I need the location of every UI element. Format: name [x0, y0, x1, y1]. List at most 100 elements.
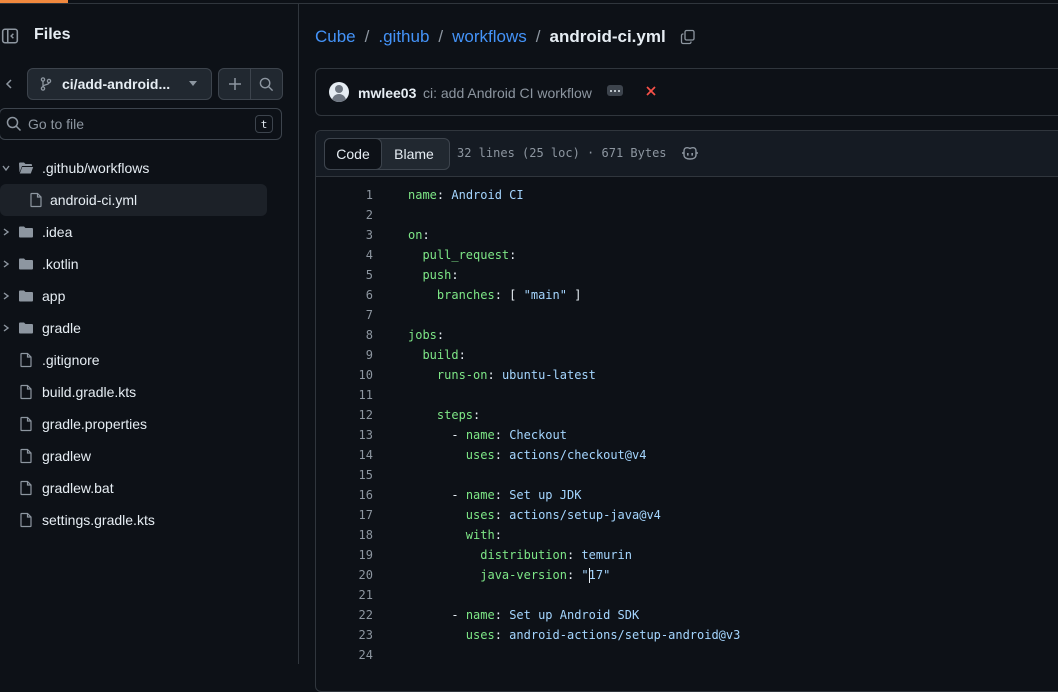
line-number[interactable]: 11 [316, 385, 373, 405]
line-number[interactable]: 18 [316, 525, 373, 545]
commit-author[interactable]: mwlee03 [358, 85, 416, 101]
file-icon [18, 352, 34, 368]
tree-item-label: gradle [42, 320, 81, 336]
tree-file-item[interactable]: android-ci.yml [0, 184, 267, 216]
latest-commit-bar: mwlee03 ci: add Android CI workflow [315, 68, 1058, 116]
code-line: 13 - name: Checkout [316, 425, 1058, 445]
go-to-file-input[interactable]: Go to file t [0, 108, 282, 140]
folder-icon [18, 320, 34, 336]
sidebar-title: Files [34, 26, 71, 43]
tree-folder-item[interactable]: .kotlin [0, 248, 298, 280]
code-line: 5 push: [316, 265, 1058, 285]
tab-code[interactable]: Code [324, 138, 382, 170]
line-content: with: [465, 528, 502, 542]
branch-selector[interactable]: ci/add-android... [27, 68, 212, 100]
line-number[interactable]: 22 [316, 605, 373, 625]
chevron-right-icon[interactable] [2, 260, 10, 268]
line-number[interactable]: 5 [316, 265, 373, 285]
code-line: 15 [316, 465, 1058, 485]
line-content: build: [422, 348, 466, 362]
line-number[interactable]: 4 [316, 245, 373, 265]
folder-open-icon [18, 160, 34, 176]
breadcrumb: Cube / .github / workflows / android-ci.… [315, 26, 696, 48]
code-line: 23 uses: android-actions/setup-android@v… [316, 625, 1058, 645]
copilot-icon[interactable] [681, 145, 699, 161]
tree-file-item[interactable]: build.gradle.kts [0, 376, 298, 408]
line-content: runs-on: ubuntu-latest [436, 368, 596, 382]
tree-file-item[interactable]: gradle.properties [0, 408, 298, 440]
code-line: 22 - name: Set up Android SDK [316, 605, 1058, 625]
line-content: uses: actions/setup-java@v4 [465, 508, 661, 522]
chevron-right-icon[interactable] [2, 228, 10, 236]
line-number[interactable]: 7 [316, 305, 373, 325]
line-number[interactable]: 16 [316, 485, 373, 505]
chevron-right-icon[interactable] [2, 324, 10, 332]
tree-folder-item[interactable]: gradle [0, 312, 298, 344]
code-line: 18 with: [316, 525, 1058, 545]
line-number[interactable]: 10 [316, 365, 373, 385]
line-number[interactable]: 9 [316, 345, 373, 365]
tree-item-label: .kotlin [42, 256, 79, 272]
line-content: - name: Checkout [451, 428, 567, 442]
collapse-sidebar-icon[interactable] [0, 22, 20, 50]
tree-file-item[interactable]: .gitignore [0, 344, 298, 376]
chevron-right-icon[interactable] [2, 292, 10, 300]
line-content: - name: Set up Android SDK [451, 608, 640, 622]
line-number[interactable]: 20 [316, 565, 373, 585]
file-tree-sidebar: Files ci/add-android... Go to file t .gi… [0, 4, 299, 664]
line-number[interactable]: 2 [316, 205, 373, 225]
tree-folder-item[interactable]: .github/workflows [0, 152, 298, 184]
line-number[interactable]: 6 [316, 285, 373, 305]
line-number[interactable]: 17 [316, 505, 373, 525]
git-branch-icon [38, 76, 54, 92]
line-number[interactable]: 13 [316, 425, 373, 445]
tree-file-item[interactable]: settings.gradle.kts [0, 504, 298, 536]
tab-blame[interactable]: Blame [381, 139, 447, 169]
breadcrumb-repo-link[interactable]: Cube [315, 27, 356, 47]
folder-icon [18, 288, 34, 304]
breadcrumb-github-link[interactable]: .github [378, 27, 429, 47]
search-button[interactable] [251, 69, 282, 99]
breadcrumb-workflows-link[interactable]: workflows [452, 27, 527, 47]
ellipsis-icon[interactable] [607, 85, 623, 96]
line-number[interactable]: 1 [316, 185, 373, 205]
line-number[interactable]: 15 [316, 465, 373, 485]
copy-path-icon[interactable] [680, 29, 696, 45]
file-viewer: Code Blame 32 lines (25 loc) · 671 Bytes… [315, 130, 1058, 692]
line-number[interactable]: 24 [316, 645, 373, 665]
line-content: - name: Set up JDK [451, 488, 582, 502]
search-icon [259, 77, 274, 91]
line-number[interactable]: 12 [316, 405, 373, 425]
tree-file-item[interactable]: gradlew [0, 440, 298, 472]
line-number[interactable]: 21 [316, 585, 373, 605]
chevron-left-icon[interactable] [0, 68, 18, 100]
tree-file-item[interactable]: gradlew.bat [0, 472, 298, 504]
line-content: uses: actions/checkout@v4 [465, 448, 647, 462]
code-view[interactable]: 1 name: Android CI 2 3 on: 4 pull_request: 5 p… [316, 185, 1058, 665]
avatar[interactable] [329, 82, 349, 102]
tree-folder-item[interactable]: app [0, 280, 298, 312]
line-content: name: Android CI [408, 188, 524, 202]
code-line: 2 [316, 205, 1058, 225]
code-line: 17 uses: actions/setup-java@v4 [316, 505, 1058, 525]
search-icon [6, 116, 22, 132]
line-number[interactable]: 23 [316, 625, 373, 645]
line-number[interactable]: 3 [316, 225, 373, 245]
failed-status-icon[interactable] [645, 83, 657, 99]
file-header: Code Blame 32 lines (25 loc) · 671 Bytes [316, 131, 1058, 177]
code-line: 3 on: [316, 225, 1058, 245]
branch-name: ci/add-android... [62, 76, 171, 92]
add-file-button[interactable] [219, 69, 250, 99]
line-number[interactable]: 19 [316, 545, 373, 565]
tree-item-label: gradlew [42, 448, 92, 464]
commit-message[interactable]: ci: add Android CI workflow [423, 85, 592, 101]
tree-item-label: .github/workflows [42, 160, 150, 176]
file-meta: 32 lines (25 loc) · 671 Bytes [457, 146, 667, 160]
chevron-down-icon[interactable] [2, 164, 10, 172]
chevron-down-icon [189, 81, 197, 86]
tree-folder-item[interactable]: .idea [0, 216, 298, 248]
line-number[interactable]: 8 [316, 325, 373, 345]
line-number[interactable]: 14 [316, 445, 373, 465]
code-line: 9 build: [316, 345, 1058, 365]
tree-item-label: settings.gradle.kts [42, 512, 155, 528]
